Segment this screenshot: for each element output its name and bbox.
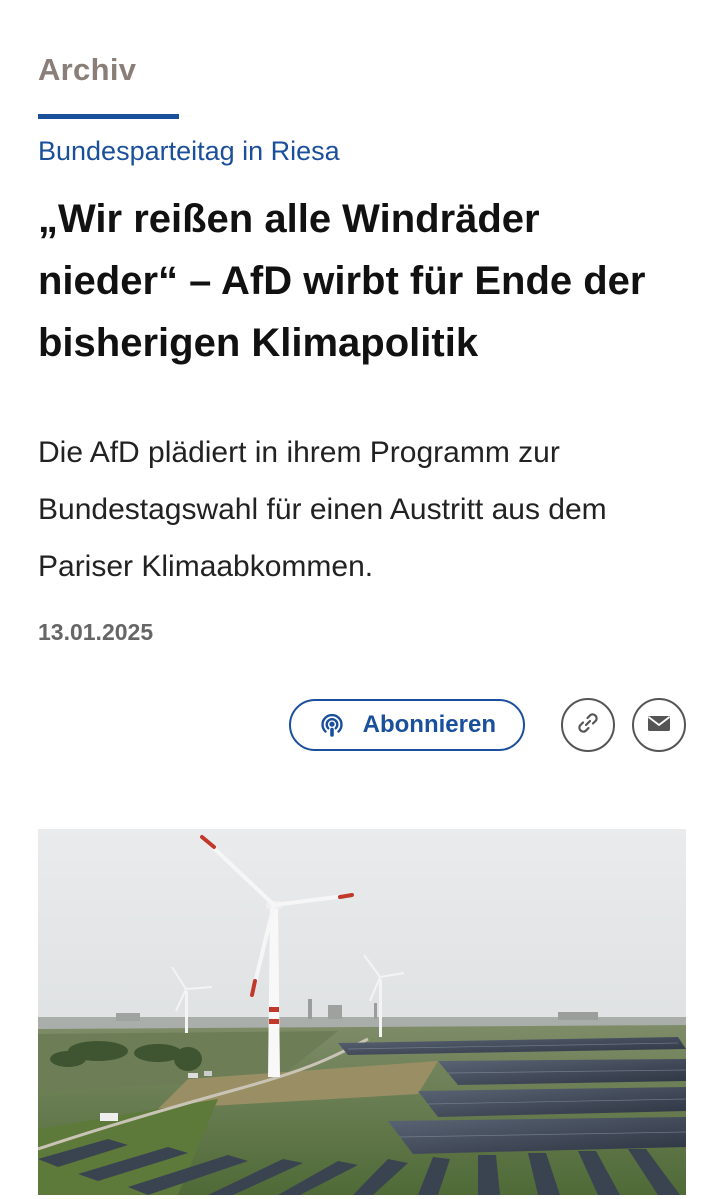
section-underline bbox=[38, 114, 179, 119]
subscribe-button[interactable]: Abonnieren bbox=[288, 699, 525, 751]
section-label[interactable]: Archiv bbox=[38, 52, 136, 88]
hero-photo-wind-solar bbox=[38, 829, 686, 1195]
article-actions: Abonnieren bbox=[288, 697, 686, 753]
hero-image bbox=[38, 829, 686, 1195]
article-teaser: Die AfD plädiert in ihrem Programm zur B… bbox=[38, 436, 607, 583]
article-kicker[interactable]: Bundesparteitag in Riesa bbox=[38, 136, 340, 167]
podcast-icon bbox=[317, 710, 347, 740]
copy-link-button[interactable] bbox=[561, 698, 615, 752]
share-mail-button[interactable] bbox=[632, 698, 686, 752]
article-date: 13.01.2025 bbox=[38, 619, 154, 645]
link-icon bbox=[574, 709, 602, 742]
mail-icon bbox=[645, 709, 673, 742]
article-headline: „Wir reißen alle Windräder nieder“ – AfD… bbox=[38, 197, 646, 365]
subscribe-label: Abonnieren bbox=[362, 711, 496, 738]
